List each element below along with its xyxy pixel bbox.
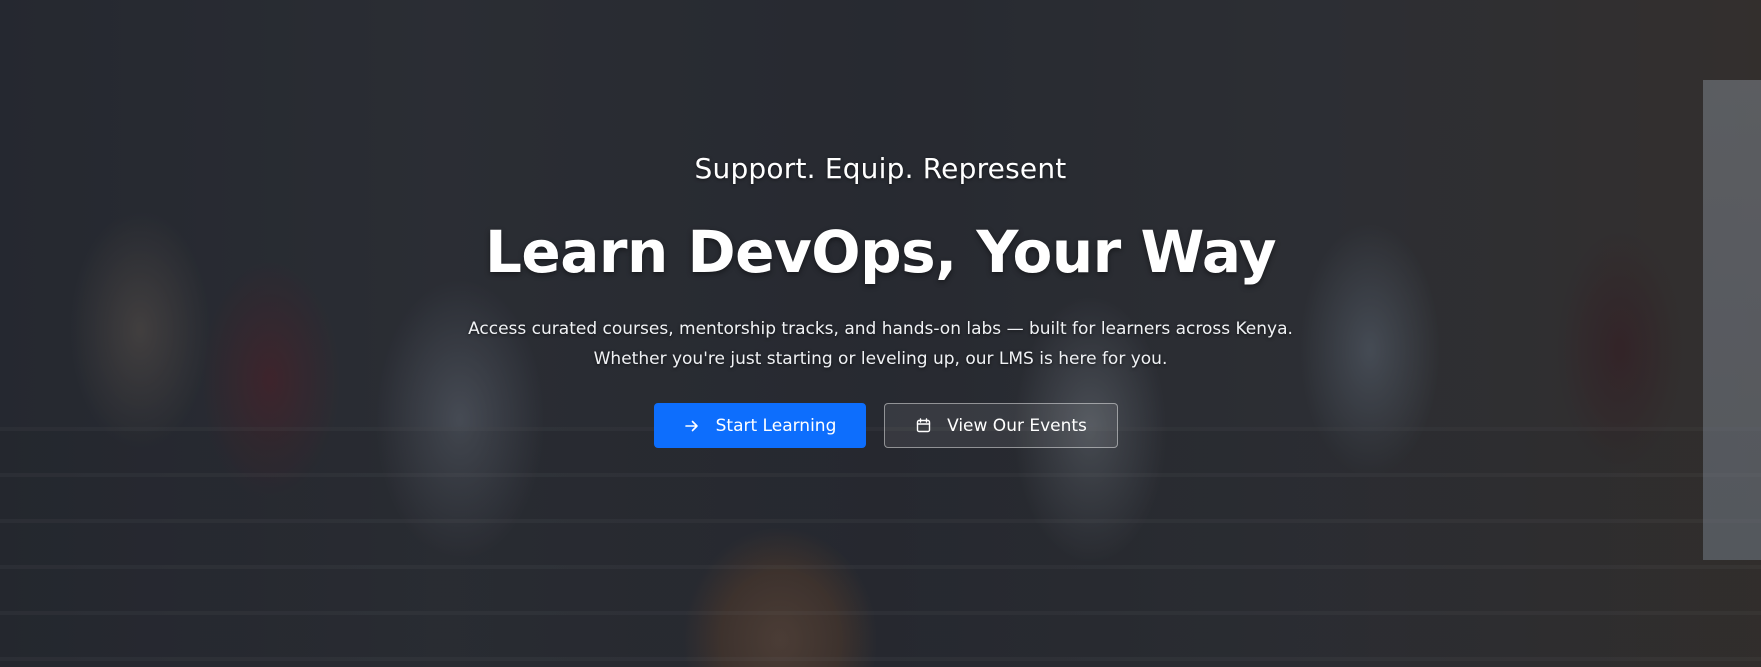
start-learning-button[interactable]: Start Learning: [654, 403, 866, 448]
hero-description-line-2: Whether you're just starting or leveling…: [593, 349, 1168, 369]
hero-eyebrow: Support. Equip. Represent: [694, 152, 1067, 185]
hero-description: Access curated courses, mentorship track…: [0, 314, 1761, 374]
calendar-icon: [915, 418, 931, 434]
hero-description-line-1: Access curated courses, mentorship track…: [468, 319, 1293, 339]
view-events-label: View Our Events: [947, 415, 1087, 436]
hero-section: Support. Equip. Represent Learn DevOps, …: [0, 0, 1761, 667]
start-learning-label: Start Learning: [715, 415, 837, 436]
arrow-right-icon: [684, 418, 700, 434]
view-events-button[interactable]: View Our Events: [884, 403, 1118, 448]
hero-actions: Start Learning View Our Events: [654, 403, 1118, 448]
hero-headline: Learn DevOps, Your Way: [484, 218, 1277, 286]
